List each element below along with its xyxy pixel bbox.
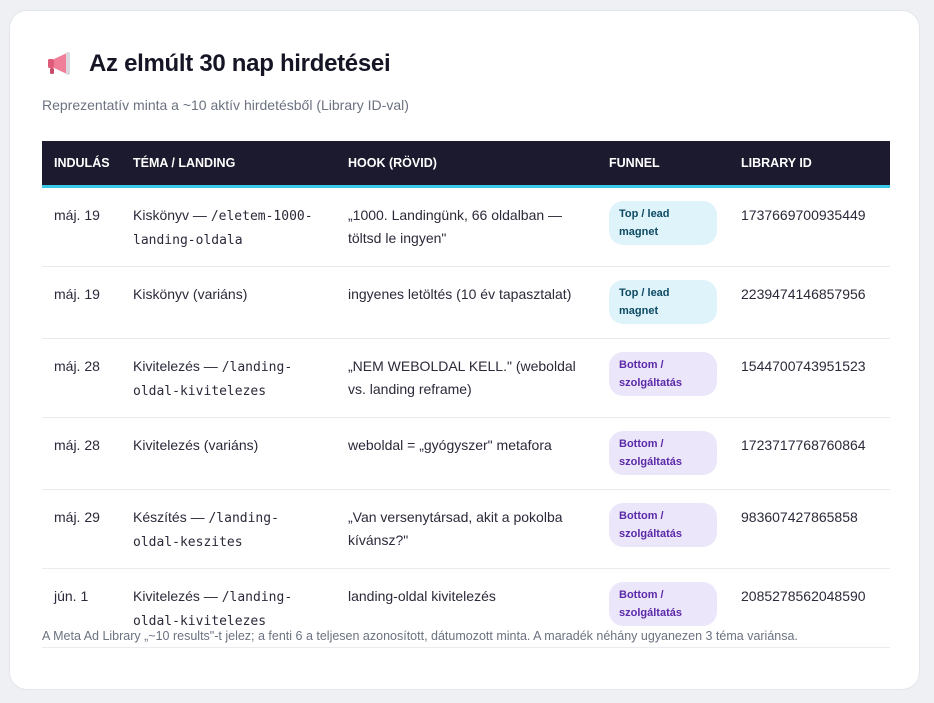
- cell-library-id: 1544700743951523: [729, 338, 890, 418]
- funnel-badge: Top / lead magnet: [609, 280, 717, 324]
- funnel-badge: Bottom / szolgáltatás: [609, 582, 717, 626]
- cell-funnel: Bottom / szolgáltatás: [597, 417, 729, 490]
- cell-date: máj. 19: [42, 186, 121, 267]
- funnel-badge: Bottom / szolgáltatás: [609, 431, 717, 475]
- topic-text: Kiskönyv —: [133, 207, 211, 223]
- topic-text: Készítés —: [133, 509, 209, 525]
- cell-hook: ingyenes letöltés (10 év tapasztalat): [336, 266, 597, 339]
- table-header: INDULÁS TÉMA / LANDING HOOK (RÖVID) FUNN…: [42, 141, 890, 188]
- cell-library-id: 1723717768760864: [729, 417, 890, 490]
- cell-topic: Készítés — /landing-oldal-keszites: [121, 489, 336, 569]
- column-header-funnel: FUNNEL: [597, 141, 729, 188]
- topic-text: Kiskönyv (variáns): [133, 286, 248, 302]
- column-header-library-id: LIBRARY ID: [729, 141, 890, 188]
- cell-date: máj. 19: [42, 266, 121, 339]
- table-row: máj. 28 Kivitelezés — /landing-oldal-kiv…: [42, 338, 890, 418]
- cell-topic: Kivitelezés — /landing-oldal-kivitelezes: [121, 338, 336, 418]
- column-header-hook: HOOK (RÖVID): [336, 141, 597, 188]
- cell-date: máj. 29: [42, 489, 121, 569]
- title-row: Az elmúlt 30 nap hirdetései: [45, 49, 391, 79]
- cell-library-id: 983607427865858: [729, 489, 890, 569]
- page-title: Az elmúlt 30 nap hirdetései: [89, 50, 391, 77]
- page-subtitle: Reprezentatív minta a ~10 aktív hirdetés…: [42, 97, 409, 113]
- cell-funnel: Bottom / szolgáltatás: [597, 338, 729, 418]
- cell-date: máj. 28: [42, 417, 121, 490]
- cell-hook: „1000. Landingünk, 66 oldalban — töltsd …: [336, 186, 597, 267]
- topic-text: Kivitelezés —: [133, 588, 222, 604]
- table-row: máj. 19 Kiskönyv (variáns) ingyenes letö…: [42, 266, 890, 339]
- footnote: A Meta Ad Library „~10 results"-t jelez;…: [42, 629, 798, 643]
- cell-funnel: Bottom / szolgáltatás: [597, 489, 729, 569]
- table-body: máj. 19 Kiskönyv — /eletem-1000-landing-…: [42, 186, 890, 648]
- cell-topic: Kiskönyv — /eletem-1000-landing-oldala: [121, 186, 336, 267]
- funnel-badge: Bottom / szolgáltatás: [609, 352, 717, 396]
- megaphone-icon: [45, 49, 75, 79]
- ads-table: INDULÁS TÉMA / LANDING HOOK (RÖVID) FUNN…: [42, 141, 890, 648]
- topic-text: Kivitelezés (variáns): [133, 437, 259, 453]
- column-header-topic: TÉMA / LANDING: [121, 141, 336, 188]
- cell-date: máj. 28: [42, 338, 121, 418]
- cell-hook: weboldal = „gyógyszer" metafora: [336, 417, 597, 490]
- table-row: máj. 19 Kiskönyv — /eletem-1000-landing-…: [42, 186, 890, 267]
- funnel-badge: Top / lead magnet: [609, 201, 717, 245]
- cell-topic: Kivitelezés (variáns): [121, 417, 336, 490]
- table-row: máj. 28 Kivitelezés (variáns) weboldal =…: [42, 417, 890, 490]
- cell-library-id: 2239474146857956: [729, 266, 890, 339]
- cell-funnel: Top / lead magnet: [597, 186, 729, 267]
- cell-topic: Kiskönyv (variáns): [121, 266, 336, 339]
- table-row: máj. 29 Készítés — /landing-oldal-keszit…: [42, 489, 890, 569]
- cell-funnel: Top / lead magnet: [597, 266, 729, 339]
- topic-text: Kivitelezés —: [133, 358, 222, 374]
- ads-card: Az elmúlt 30 nap hirdetései Reprezentatí…: [9, 10, 920, 690]
- cell-hook: „NEM WEBOLDAL KELL." (weboldal vs. landi…: [336, 338, 597, 418]
- column-header-date: INDULÁS: [42, 141, 121, 188]
- funnel-badge: Bottom / szolgáltatás: [609, 503, 717, 547]
- cell-library-id: 1737669700935449: [729, 186, 890, 267]
- cell-hook: „Van versenytársad, akit a pokolba kíván…: [336, 489, 597, 569]
